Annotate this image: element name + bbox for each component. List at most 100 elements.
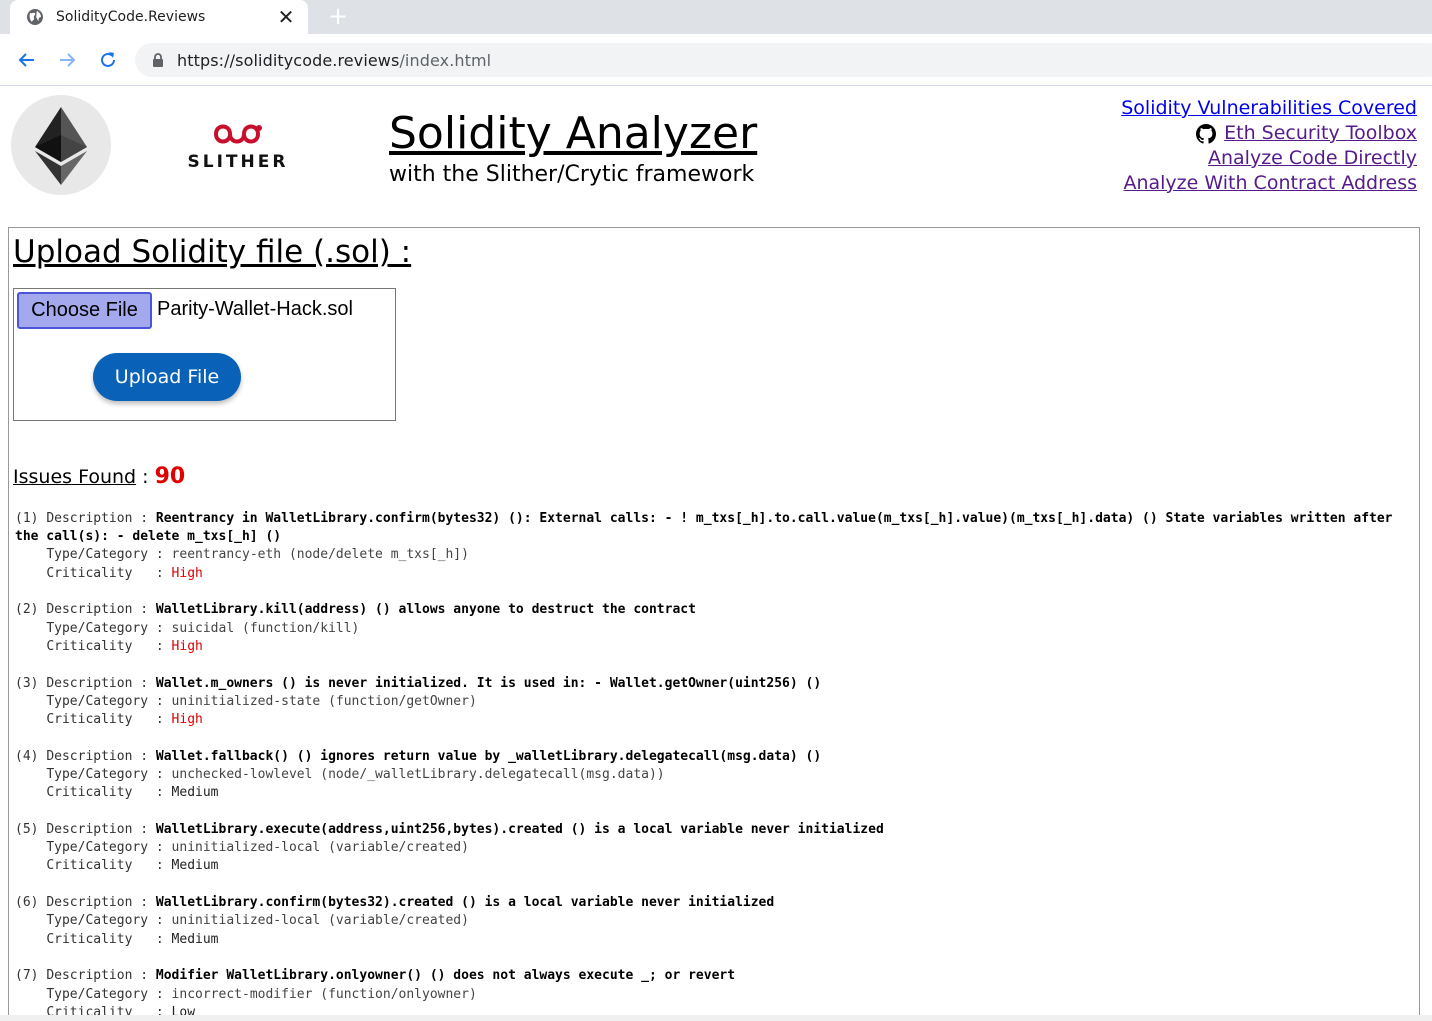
forward-icon[interactable] (53, 46, 81, 74)
back-icon[interactable] (13, 46, 41, 74)
issue-type-row: Type/Category : uninitialized-state (fun… (15, 693, 1415, 711)
vulnerabilities-link[interactable]: Solidity Vulnerabilities Covered (1121, 96, 1417, 121)
analyze-address-link[interactable]: Analyze With Contract Address (1121, 171, 1417, 196)
issue-item: (7) Description : Modifier WalletLibrary… (15, 967, 1415, 1021)
browser-tab[interactable]: SolidityCode.Reviews ✕ (10, 0, 308, 34)
type-label: Type/Category : (46, 913, 172, 929)
issue-type-row: Type/Category : uninitialized-local (var… (15, 912, 1415, 930)
issue-type: unchecked-lowlevel (node/_walletLibrary.… (171, 767, 665, 783)
issue-criticality-row: Criticality : High (15, 638, 1415, 656)
issue-description-row: (5) Description : WalletLibrary.execute(… (15, 821, 1415, 839)
description-label: Description : (46, 822, 156, 838)
issue-description: WalletLibrary.kill(address) () allows an… (155, 602, 696, 618)
horizontal-scrollbar[interactable] (0, 1015, 1432, 1021)
issue-criticality-row: Criticality : Medium (15, 931, 1415, 949)
issue-type-row: Type/Category : suicidal (function/kill) (15, 620, 1415, 638)
issue-type: suicidal (function/kill) (171, 620, 360, 636)
tab-title: SolidityCode.Reviews (56, 9, 206, 25)
issue-type: uninitialized-state (function/getOwner) (171, 693, 477, 709)
issue-number: (2) (15, 602, 47, 618)
page-title[interactable]: Solidity Analyzer (389, 108, 757, 159)
slither-logo: SLITHER (186, 118, 290, 174)
issue-criticality-row: Criticality : High (15, 711, 1415, 729)
issue-number: (7) (15, 968, 47, 984)
ethereum-logo (11, 95, 111, 195)
description-label: Description : (46, 748, 156, 764)
issue-description: WalletLibrary.execute(address,uint256,by… (155, 822, 884, 838)
issue-description: Modifier WalletLibrary.onlyowner() () do… (155, 968, 736, 984)
issue-description: WalletLibrary.confirm(bytes32).created (… (155, 895, 775, 911)
issue-item: (3) Description : Wallet.m_owners () is … (15, 675, 1415, 730)
description-label: Description : (46, 602, 156, 618)
upload-file-button[interactable]: Upload File (93, 353, 241, 401)
issue-criticality: Medium (171, 858, 219, 874)
issue-type-row: Type/Category : uninitialized-local (var… (15, 839, 1415, 857)
description-label: Description : (46, 511, 156, 526)
issues-count: 90 (154, 464, 186, 489)
issue-type: uninitialized-local (variable/created) (171, 913, 469, 929)
type-label: Type/Category : (46, 840, 172, 856)
issue-criticality-row: Criticality : High (15, 565, 1415, 583)
new-tab-icon[interactable]: + (324, 4, 352, 30)
main-panel: Upload Solidity file (.sol) : Choose Fil… (8, 227, 1420, 1021)
criticality-label: Criticality : (46, 931, 172, 947)
tab-strip: SolidityCode.Reviews ✕ + (0, 0, 1432, 34)
criticality-label: Criticality : (46, 858, 172, 874)
criticality-label: Criticality : (46, 712, 172, 728)
globe-icon (27, 9, 43, 25)
issue-description: Wallet.fallback() () ignores return valu… (155, 748, 822, 764)
issue-type: incorrect-modifier (function/onlyowner) (171, 986, 477, 1002)
issue-description: Wallet.m_owners () is never initialized.… (155, 675, 822, 691)
criticality-label: Criticality : (46, 785, 172, 801)
choose-file-button[interactable]: Choose File (17, 292, 152, 329)
type-label: Type/Category : (46, 547, 172, 563)
issues-found: Issues Found : 90 (13, 464, 185, 489)
issue-number: (3) (15, 675, 47, 691)
issue-criticality: High (171, 565, 203, 581)
issue-item: (4) Description : Wallet.fallback() () i… (15, 748, 1415, 803)
github-icon (1196, 123, 1217, 144)
eth-security-toolbox-link[interactable]: Eth Security Toolbox (1224, 121, 1417, 146)
issue-description-row: (4) Description : Wallet.fallback() () i… (15, 748, 1415, 766)
issue-item: (6) Description : WalletLibrary.confirm(… (15, 894, 1415, 949)
close-tab-icon[interactable]: ✕ (276, 7, 296, 27)
issue-type-row: Type/Category : incorrect-modifier (func… (15, 986, 1415, 1004)
issue-criticality: Medium (171, 931, 219, 947)
issue-number: (1) (15, 511, 47, 526)
slither-wordmark: SLITHER (187, 152, 289, 172)
issue-number: (5) (15, 822, 47, 838)
browser-toolbar: https://soliditycode.reviews/index.html (0, 34, 1432, 86)
type-label: Type/Category : (46, 693, 172, 709)
issue-description: Reentrancy in WalletLibrary.confirm(byte… (15, 511, 1393, 545)
issue-criticality: Medium (171, 785, 219, 801)
issue-criticality-row: Criticality : Medium (15, 857, 1415, 875)
snake-icon (214, 124, 262, 144)
address-bar[interactable]: https://soliditycode.reviews/index.html (135, 43, 1432, 77)
analyze-code-link[interactable]: Analyze Code Directly (1121, 146, 1417, 171)
header-links: Solidity Vulnerabilities Covered Eth Sec… (1121, 96, 1417, 196)
upload-heading: Upload Solidity file (.sol) : (13, 234, 412, 270)
issue-type-row: Type/Category : reentrancy-eth (node/del… (15, 546, 1415, 564)
type-label: Type/Category : (46, 767, 172, 783)
type-label: Type/Category : (46, 986, 172, 1002)
description-label: Description : (46, 675, 156, 691)
issue-item: (1) Description : Reentrancy in WalletLi… (15, 510, 1415, 583)
description-label: Description : (46, 968, 156, 984)
description-label: Description : (46, 895, 156, 911)
issues-list: (1) Description : Reentrancy in WalletLi… (15, 510, 1415, 1021)
issue-description-row: (2) Description : WalletLibrary.kill(add… (15, 601, 1415, 619)
issue-criticality-row: Criticality : Medium (15, 784, 1415, 802)
reload-icon[interactable] (94, 46, 122, 74)
issue-description-row: (1) Description : Reentrancy in WalletLi… (15, 510, 1415, 546)
issue-description-row: (6) Description : WalletLibrary.confirm(… (15, 894, 1415, 912)
issue-item: (5) Description : WalletLibrary.execute(… (15, 821, 1415, 876)
toolbox-link-row: Eth Security Toolbox (1121, 121, 1417, 146)
issues-found-label: Issues Found (13, 466, 137, 488)
issue-description-row: (7) Description : Modifier WalletLibrary… (15, 967, 1415, 985)
issue-number: (6) (15, 895, 47, 911)
url-text: https://soliditycode.reviews/index.html (177, 50, 492, 70)
issue-type: uninitialized-local (variable/created) (171, 840, 469, 856)
issue-type-row: Type/Category : unchecked-lowlevel (node… (15, 766, 1415, 784)
issue-type: reentrancy-eth (node/delete m_txs[_h]) (171, 547, 469, 563)
issue-number: (4) (15, 748, 47, 764)
